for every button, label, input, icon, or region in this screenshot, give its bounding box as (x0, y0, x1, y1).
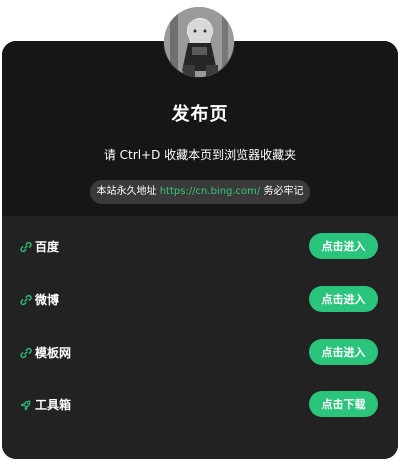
enter-button-weibo[interactable]: 点击进入 (309, 286, 378, 312)
page-title: 发布页 (171, 104, 229, 125)
list-item-label: 模板网 (35, 346, 72, 360)
avatar (164, 7, 234, 77)
link-icon (20, 241, 32, 253)
link-icon (20, 294, 32, 306)
permanent-address-label: 本站永久地址 (96, 186, 157, 197)
rocket-icon (20, 399, 32, 411)
enter-button-template-site[interactable]: 点击进入 (309, 339, 378, 365)
release-page: 发布页 请 Ctrl+D 收藏本页到浏览器收藏夹 本站永久地址 https://… (0, 0, 400, 466)
list-item-label: 百度 (35, 240, 60, 254)
permanent-address-link[interactable]: https://cn.bing.com/ (160, 186, 261, 197)
avatar-illustration (164, 7, 234, 77)
remember-label: 务必牢记 (263, 186, 304, 197)
list-item-baidu: 百度 点击进入 (2, 233, 398, 267)
permanent-address-badge: 本站永久地址 https://cn.bing.com/ 务必牢记 (90, 180, 310, 204)
list-item-label: 微博 (35, 293, 60, 307)
list-item-weibo: 微博 点击进入 (2, 286, 398, 320)
list-item-template-site: 模板网 点击进入 (2, 339, 398, 373)
bookmark-hint: 请 Ctrl+D 收藏本页到浏览器收藏夹 (103, 148, 297, 162)
list-item-label: 工具箱 (35, 398, 72, 412)
list-item-toolbox: 工具箱 点击下载 (2, 391, 398, 425)
link-icon (20, 347, 32, 359)
download-button-toolbox[interactable]: 点击下载 (309, 391, 378, 417)
enter-button-baidu[interactable]: 点击进入 (309, 233, 378, 259)
